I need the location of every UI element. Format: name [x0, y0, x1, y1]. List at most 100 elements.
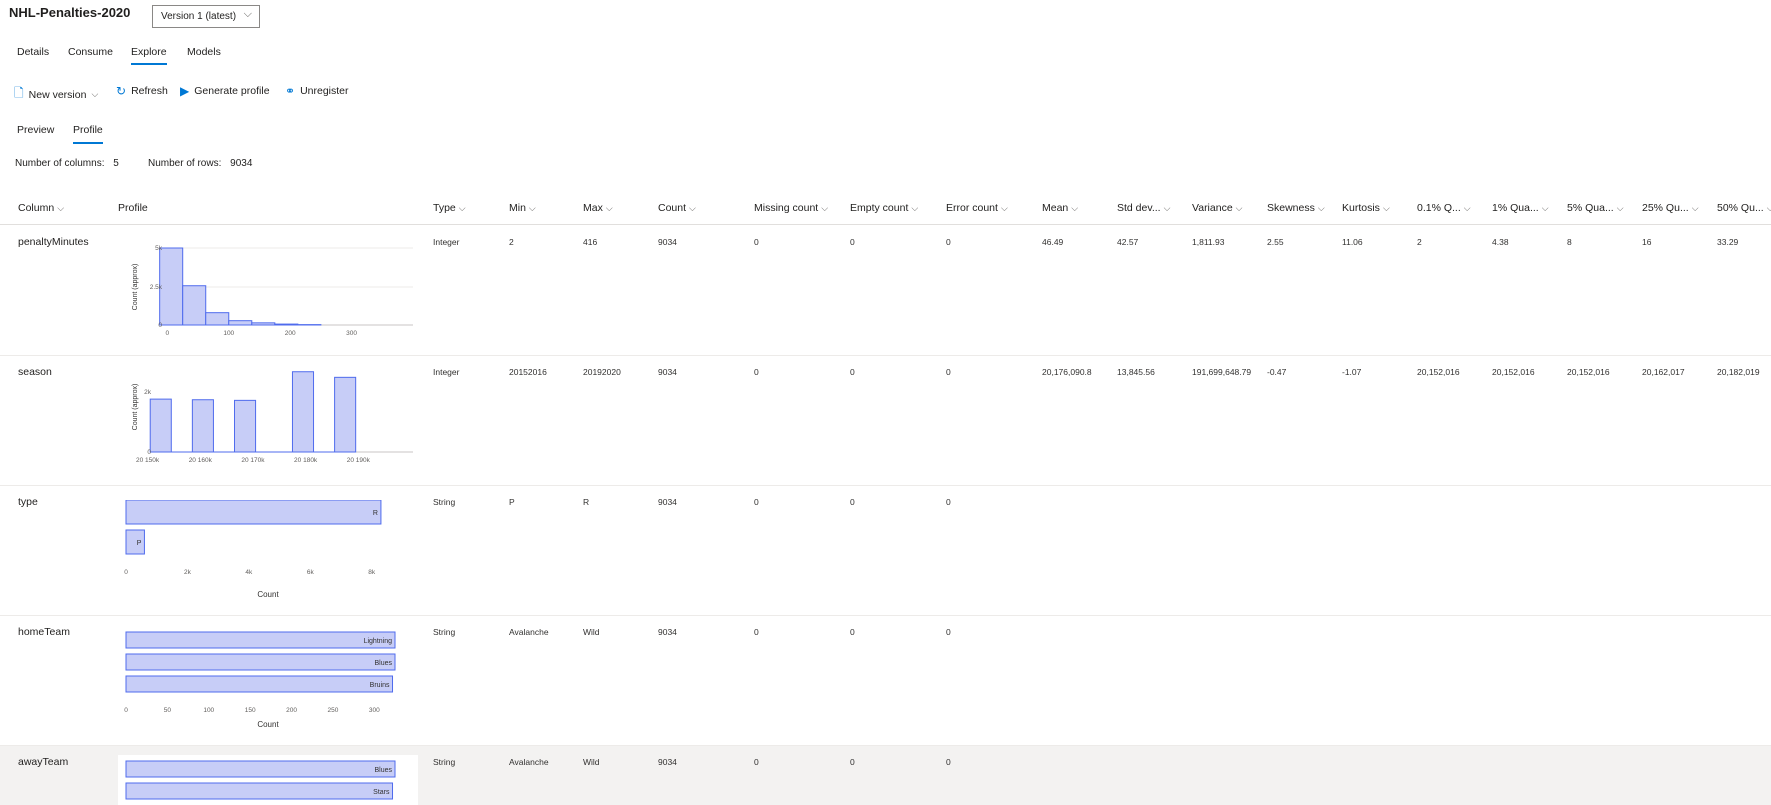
cell-missing-count: 0	[754, 497, 759, 507]
cell-count: 9034	[658, 757, 677, 767]
cell-count: 9034	[658, 367, 677, 377]
unregister-button[interactable]: ⚭ Unregister	[285, 84, 349, 98]
cell-kurtosis: -1.07	[1342, 367, 1362, 377]
cell-q25: 16	[1642, 237, 1652, 247]
cell-min: 2	[509, 237, 514, 247]
column-header-label: Type	[433, 202, 456, 214]
bar-label: Lightning	[364, 638, 393, 645]
x-tick-label: 20 150k	[136, 457, 160, 464]
header-divider	[0, 224, 1771, 225]
cell-type: String	[433, 497, 456, 507]
chevron-down-icon: ⌵	[57, 203, 65, 213]
column-header-error-count[interactable]: Error count ⌵	[946, 202, 1008, 214]
tab-profile[interactable]: Profile	[73, 124, 103, 144]
chevron-down-icon: ⌵	[1163, 203, 1171, 213]
column-header-min[interactable]: Min ⌵	[509, 202, 536, 214]
column-header-label: Std dev...	[1117, 202, 1161, 214]
tab-models[interactable]: Models	[187, 46, 221, 58]
chevron-down-icon: ⌵	[605, 203, 613, 213]
column-header-type[interactable]: Type ⌵	[433, 202, 466, 214]
cell-min: Avalanche	[509, 757, 549, 767]
bar	[125, 529, 145, 555]
refresh-button[interactable]: ↻ Refresh	[116, 84, 168, 98]
chevron-down-icon: ⌵	[1382, 203, 1390, 213]
cell-column-name: penaltyMinutes	[18, 236, 89, 248]
cell-min: Avalanche	[509, 627, 549, 637]
cell-error-count: 0	[946, 497, 951, 507]
chart-away-team-container: Blues Stars	[118, 755, 418, 805]
cell-count: 9034	[658, 627, 677, 637]
histogram-bar	[205, 312, 230, 326]
new-version-button[interactable]: 🗋 New version ⌵	[14, 84, 98, 105]
tab-details[interactable]: Details	[17, 46, 49, 58]
column-header-variance[interactable]: Variance ⌵	[1192, 202, 1243, 214]
chevron-down-icon: ⌵	[689, 203, 696, 213]
tab-preview[interactable]: Preview	[17, 124, 54, 136]
column-header-empty-count[interactable]: Empty count ⌵	[850, 202, 918, 214]
column-header-max[interactable]: Max ⌵	[583, 202, 613, 214]
row-divider	[0, 615, 1771, 616]
x-tick-label: 250	[327, 707, 338, 714]
column-header-kurtosis[interactable]: Kurtosis ⌵	[1342, 202, 1390, 214]
unregister-label: Unregister	[300, 85, 349, 97]
column-header-mean[interactable]: Mean ⌵	[1042, 202, 1078, 214]
column-header-q5[interactable]: 5% Qua... ⌵	[1567, 202, 1624, 214]
columns-summary: Number of columns: 5	[15, 158, 119, 169]
columns-summary-value: 5	[113, 158, 119, 169]
cell-q1: 20,152,016	[1492, 367, 1535, 377]
x-tick-label: 100	[203, 707, 214, 714]
chevron-down-icon: ⌵	[1616, 203, 1624, 213]
generate-profile-button[interactable]: ▶ Generate profile	[180, 84, 270, 98]
cell-error-count: 0	[946, 237, 951, 247]
version-select[interactable]: Version 1 (latest) ⌵	[152, 5, 260, 28]
cell-kurtosis: 11.06	[1342, 237, 1363, 247]
tab-consume[interactable]: Consume	[68, 46, 113, 58]
chevron-down-icon: ⌵	[1235, 203, 1243, 213]
column-header-q50[interactable]: 50% Qu... ⌵	[1717, 202, 1771, 214]
y-tick-label: 2k	[144, 389, 152, 396]
cell-max: Wild	[583, 757, 600, 767]
column-header-column[interactable]: Column ⌵	[18, 202, 64, 214]
column-header-missing-count[interactable]: Missing count ⌵	[754, 202, 828, 214]
column-header-label: Column	[18, 202, 55, 214]
bar	[125, 653, 396, 671]
column-header-std-dev[interactable]: Std dev... ⌵	[1117, 202, 1170, 214]
row-divider	[0, 745, 1771, 746]
x-axis-label: Count	[257, 590, 279, 599]
y-tick-label: 5k	[155, 245, 163, 252]
cell-column-name: awayTeam	[18, 756, 69, 768]
cell-type: Integer	[433, 237, 460, 247]
chevron-down-icon: ⌵	[1071, 203, 1079, 213]
x-ticks-group: 0 100 200 300	[166, 330, 358, 337]
column-header-q25[interactable]: 25% Qu... ⌵	[1642, 202, 1699, 214]
x-tick-label: 100	[223, 330, 234, 337]
x-ticks-group: 0 2k 4k 6k 8k	[124, 569, 376, 576]
cell-q50: 33.29	[1717, 237, 1739, 247]
bar-label: Stars	[373, 789, 390, 796]
cell-type: String	[433, 757, 456, 767]
refresh-label: Refresh	[131, 85, 168, 97]
bar	[125, 782, 394, 800]
unlink-icon: ⚭	[285, 84, 296, 98]
columns-summary-label: Number of columns:	[15, 158, 105, 169]
chevron-down-icon: ⌵	[91, 89, 99, 99]
x-tick-label: 0	[166, 330, 170, 337]
cell-max: Wild	[583, 627, 600, 637]
column-header-skewness[interactable]: Skewness ⌵	[1267, 202, 1325, 214]
column-header-label: Mean	[1042, 202, 1069, 214]
column-header-q1[interactable]: 1% Qua... ⌵	[1492, 202, 1549, 214]
column-header-label: Error count	[946, 202, 998, 214]
cell-q1: 4.38	[1492, 237, 1509, 247]
cell-variance: 191,699,648.79	[1192, 367, 1252, 377]
tab-explore[interactable]: Explore	[131, 46, 167, 65]
cell-skewness: -0.47	[1267, 367, 1287, 377]
x-tick-label: 6k	[307, 569, 315, 576]
chart-season: 2k 0 20 150k 20 160k 20 170k 20 180k 20 190k…	[132, 371, 413, 464]
bar	[125, 760, 396, 778]
bar	[125, 631, 396, 649]
x-tick-label: 20 190k	[347, 457, 371, 464]
new-version-label: New version	[28, 88, 87, 101]
column-header-q01[interactable]: 0.1% Q... ⌵	[1417, 202, 1471, 214]
histogram-bar	[159, 247, 184, 326]
column-header-count[interactable]: Count ⌵	[658, 202, 696, 214]
